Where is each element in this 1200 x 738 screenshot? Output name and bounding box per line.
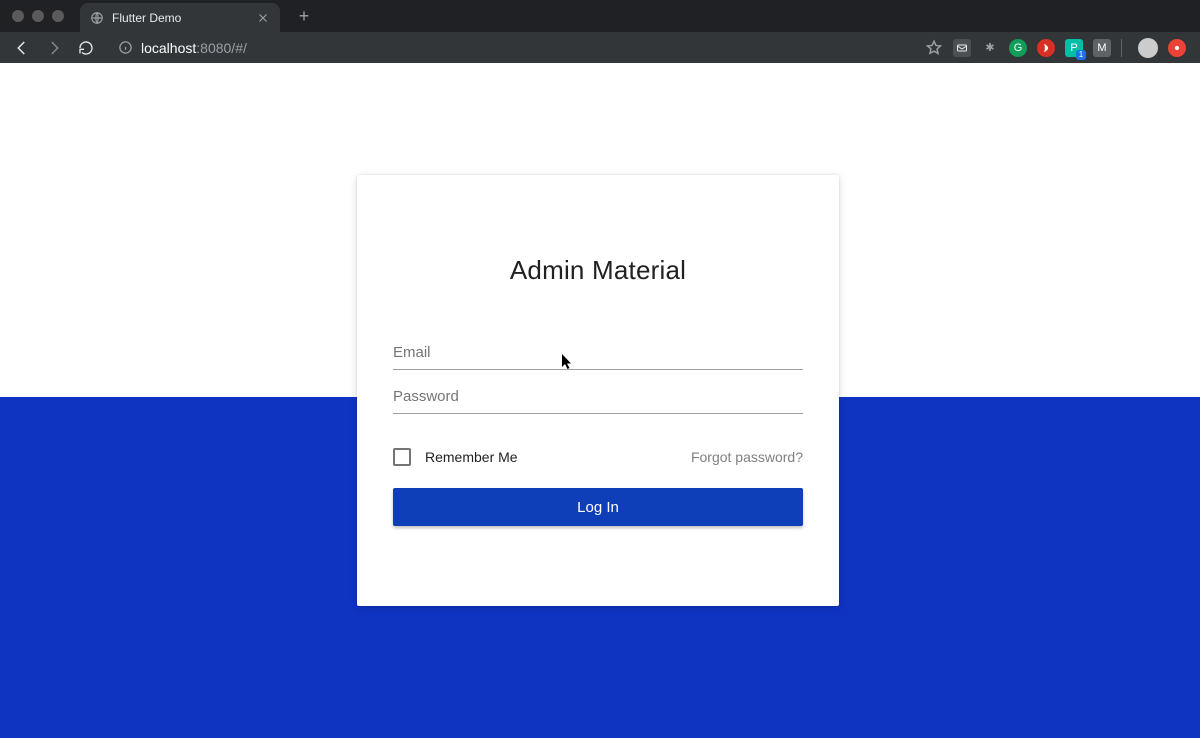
- email-field[interactable]: [393, 336, 803, 368]
- teal-extension-icon[interactable]: P 1: [1065, 39, 1083, 57]
- forgot-password-link[interactable]: Forgot password?: [691, 449, 803, 465]
- url-text: localhost:8080/#/: [141, 40, 247, 56]
- browser-tab[interactable]: Flutter Demo: [80, 3, 280, 33]
- profile-avatar[interactable]: [1138, 38, 1158, 58]
- fullscreen-window-icon[interactable]: [52, 10, 64, 22]
- orange-extension-icon[interactable]: [1168, 39, 1186, 57]
- tab-title: Flutter Demo: [112, 11, 248, 25]
- remember-me[interactable]: Remember Me: [393, 448, 518, 466]
- remember-label: Remember Me: [425, 449, 518, 465]
- bookmark-star-icon[interactable]: [925, 39, 943, 57]
- reload-button[interactable]: [72, 34, 100, 62]
- browser-chrome: Flutter Demo +: [0, 0, 1200, 63]
- window-controls: [8, 10, 74, 22]
- back-button[interactable]: [8, 34, 36, 62]
- login-card: Admin Material Remember Me Forgot passwo…: [357, 175, 839, 606]
- options-row: Remember Me Forgot password?: [393, 448, 803, 466]
- info-icon: [118, 40, 133, 55]
- tab-strip: Flutter Demo +: [0, 0, 1200, 32]
- plus-icon: +: [299, 6, 310, 27]
- red-extension-icon[interactable]: [1037, 39, 1055, 57]
- snowflake-extension-icon[interactable]: ✱: [981, 39, 999, 57]
- forward-button[interactable]: [40, 34, 68, 62]
- toolbar-actions: ✱ G P 1 M: [925, 38, 1192, 58]
- remember-checkbox[interactable]: [393, 448, 411, 466]
- url-path: :8080/#/: [196, 40, 247, 56]
- mail-extension-icon[interactable]: [953, 39, 971, 57]
- browser-toolbar: localhost:8080/#/ ✱ G P 1 M: [0, 32, 1200, 63]
- password-field[interactable]: [393, 380, 803, 412]
- green-extension-icon[interactable]: G: [1009, 39, 1027, 57]
- grey-extension-icon[interactable]: M: [1093, 39, 1111, 57]
- address-bar[interactable]: localhost:8080/#/: [108, 35, 917, 61]
- close-tab-icon[interactable]: [256, 11, 270, 25]
- toolbar-separator: [1121, 39, 1122, 57]
- login-button[interactable]: Log In: [393, 488, 803, 526]
- minimize-window-icon[interactable]: [32, 10, 44, 22]
- badge-count: 1: [1076, 50, 1086, 60]
- new-tab-button[interactable]: +: [290, 2, 318, 30]
- password-field-wrapper: [393, 380, 803, 414]
- close-window-icon[interactable]: [12, 10, 24, 22]
- globe-icon: [90, 11, 104, 25]
- email-field-wrapper: [393, 336, 803, 370]
- url-host: localhost: [141, 40, 196, 56]
- page-viewport: Admin Material Remember Me Forgot passwo…: [0, 63, 1200, 738]
- card-title: Admin Material: [393, 255, 803, 286]
